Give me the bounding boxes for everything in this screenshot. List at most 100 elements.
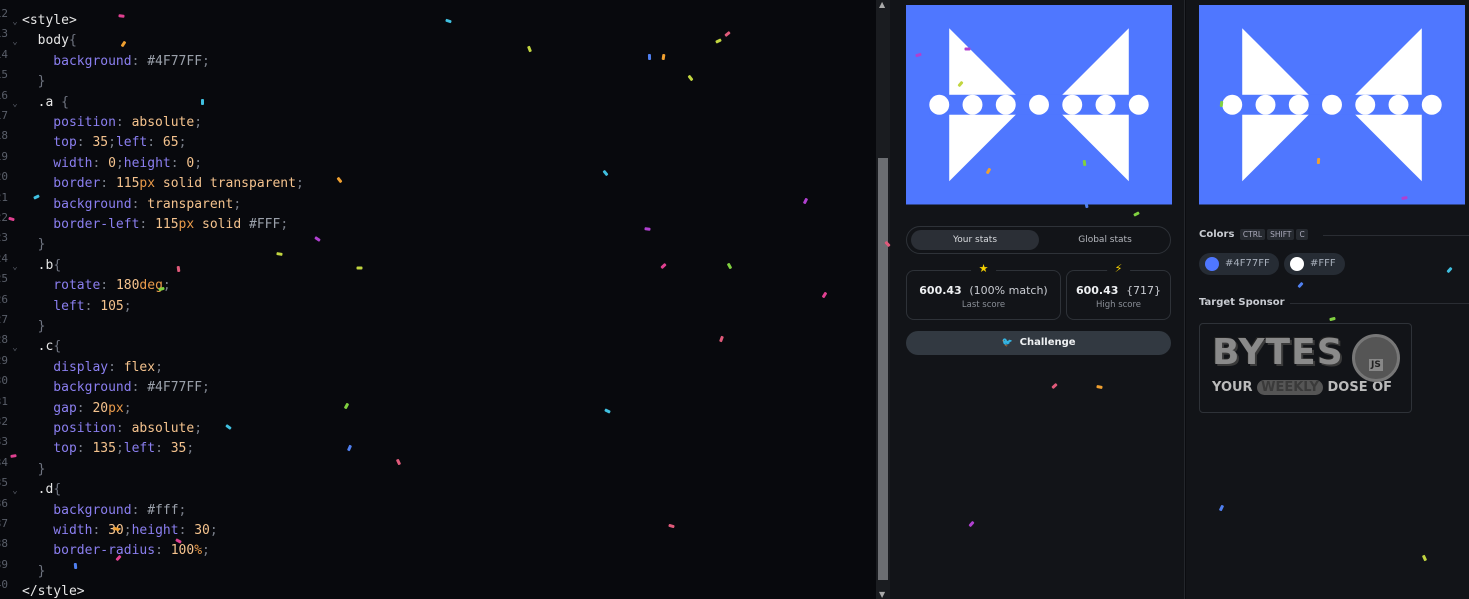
code-line[interactable]: 39 } [0, 555, 45, 579]
code-token: : [76, 441, 93, 457]
bytes-logo-text: BYTES [1212, 332, 1344, 373]
code-token: ; [162, 278, 171, 294]
code-token: 100 [170, 543, 195, 559]
code-line[interactable]: 18 top: 35;left: 65; [0, 126, 186, 150]
code-line[interactable]: 34 } [0, 453, 45, 477]
code-line[interactable]: 24⌄ .b{ [0, 249, 61, 273]
challenge-label: Challenge [1019, 337, 1076, 348]
code-token: solid [194, 217, 249, 232]
code-token: % [194, 543, 203, 559]
line-number: 29 [0, 353, 8, 367]
code-token: : [84, 298, 101, 314]
code-editor[interactable]: 12⌄<style>13⌄ body{14 background: #4F77F… [0, 0, 876, 599]
code-line[interactable]: 29 display: flex; [0, 351, 163, 375]
line-number: 34 [0, 455, 8, 469]
scrollbar-thumb[interactable] [878, 158, 888, 580]
confetti-piece [1316, 158, 1320, 165]
output-panel: Your stats Global stats ★ 600.43 (100% m… [890, 0, 1185, 599]
tab-your-stats[interactable]: Your stats [911, 230, 1039, 250]
challenge-button[interactable]: 🐦 Challenge [906, 331, 1171, 355]
target-panel: Colors CTRL SHIFT C #4F77FF #FFF Target Sp… [1186, 0, 1469, 599]
code-line[interactable]: 27 } [0, 310, 45, 334]
confetti-piece [1096, 384, 1103, 389]
scroll-up-icon[interactable]: ▲ [879, 0, 885, 9]
code-line[interactable]: 13⌄ body{ [0, 24, 77, 48]
code-line[interactable]: 19 width: 0;height: 0; [0, 147, 202, 171]
line-number: 23 [0, 231, 8, 245]
output-preview[interactable] [906, 5, 1172, 205]
editor-scrollbar[interactable]: ▲ ▼ [876, 0, 890, 599]
tab-global-stats[interactable]: Global stats [1041, 230, 1169, 250]
code-token: #4F77FF [147, 380, 203, 396]
code-token: 105 [100, 298, 124, 314]
code-line[interactable]: 40 </style> [0, 575, 85, 599]
line-number: 12 [0, 7, 8, 20]
code-line[interactable]: 37 width: 30;height: 30; [0, 514, 218, 538]
code-line[interactable]: 17 position: absolute; [0, 106, 202, 130]
line-number: 27 [0, 313, 8, 326]
code-line[interactable]: 32 position: absolute; [0, 412, 202, 436]
high-score-label: High score [1095, 300, 1142, 310]
code-line[interactable]: 12⌄<style> [0, 4, 77, 28]
line-number: 33 [0, 435, 8, 449]
code-token: #4F77FF [147, 53, 203, 69]
high-score-card: ⚡ 600.43 {717} High score [1066, 262, 1171, 320]
code-token: : [131, 53, 148, 69]
match-percent: (100% match) [969, 284, 1048, 297]
lightning-icon: ⚡ [1106, 262, 1131, 275]
code-line[interactable]: 22 border-left: 115px solid #FFF; [0, 208, 288, 232]
colors-heading: Colors CTRL SHIFT C [1199, 229, 1308, 240]
confetti-piece [647, 53, 652, 60]
code-token: ; [295, 176, 304, 192]
color-chip-white[interactable]: #FFF [1284, 253, 1345, 275]
line-number: 32 [0, 415, 8, 428]
color-chip-blue[interactable]: #4F77FF [1199, 253, 1279, 275]
code-line[interactable]: 20 border: 115px solid transparent; [0, 167, 304, 191]
line-number: 39 [0, 557, 8, 571]
confetti-piece [661, 53, 666, 61]
code-line[interactable]: 31 gap: 20px; [0, 392, 132, 416]
code-line[interactable]: 16⌄ .a { [0, 86, 69, 110]
mouth-icon: JS [1352, 334, 1400, 382]
code-token: ; [202, 380, 210, 396]
line-number: 26 [0, 292, 8, 306]
line-number: 22 [0, 211, 8, 224]
code-token: px [178, 217, 195, 232]
confetti-piece [118, 13, 125, 18]
code-line[interactable]: 25 rotate: 180deg; [0, 269, 171, 293]
code-line[interactable]: 33 top: 135;left: 35; [0, 432, 194, 456]
code-token: ; [202, 53, 210, 69]
last-score-label: Last score [961, 300, 1006, 310]
code-line[interactable]: 14 background: #4F77FF; [0, 45, 210, 69]
code-token: left [123, 441, 156, 457]
code-token: </style> [22, 584, 85, 599]
code-line[interactable]: 28⌄ .c{ [0, 330, 61, 354]
code-line[interactable]: 15 } [0, 65, 45, 89]
code-line[interactable]: 38 border-radius: 100%; [0, 534, 210, 558]
code-token: : [155, 441, 171, 457]
line-number: 19 [0, 149, 8, 163]
code-token: : [155, 543, 171, 559]
code-token: ; [209, 523, 218, 538]
code-token: : [139, 217, 156, 232]
code-line[interactable]: 35⌄ .d{ [0, 473, 61, 497]
confetti-piece [644, 227, 651, 231]
line-number: 21 [0, 190, 8, 204]
line-number: 31 [0, 394, 8, 408]
twitter-icon: 🐦 [1001, 338, 1013, 348]
scroll-down-icon[interactable]: ▼ [879, 590, 885, 599]
kbd-c: C [1296, 229, 1308, 240]
line-number: 15 [0, 68, 8, 82]
sponsor-tagline: YOUR WEEKLY DOSE OF [1212, 380, 1393, 395]
code-line[interactable]: 30 background: #4F77FF; [0, 371, 210, 395]
code-token: ; [194, 115, 203, 130]
line-number: 24 [0, 251, 8, 265]
line-number: 36 [0, 496, 8, 510]
line-number: 40 [0, 578, 8, 592]
target-preview[interactable] [1199, 5, 1465, 205]
sponsor-logo[interactable]: BYTES YOUR WEEKLY DOSE OF JS [1199, 323, 1412, 413]
code-line[interactable]: 23 } [0, 228, 45, 252]
code-line[interactable]: 36 background: #fff; [0, 494, 186, 518]
stats-toggle: Your stats Global stats [906, 226, 1171, 254]
code-line[interactable]: 26 left: 105; [0, 290, 132, 314]
